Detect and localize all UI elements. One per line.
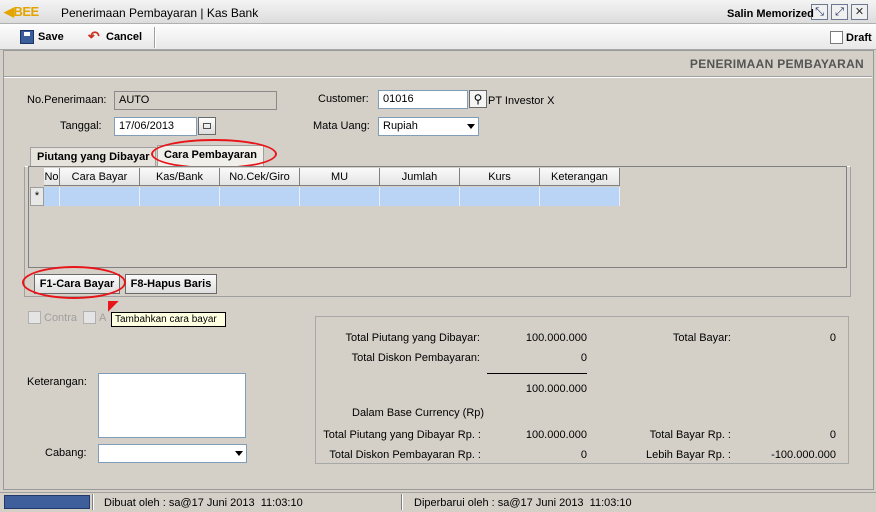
column-header-keterangan[interactable]: Keterangan [540, 168, 620, 186]
mata-uang-select[interactable]: Rupiah [378, 117, 479, 136]
grid-cell-mu[interactable] [300, 187, 380, 206]
grid-cell-kas-bank[interactable] [140, 187, 220, 206]
draft-checkbox[interactable] [830, 31, 843, 44]
status-divider [401, 494, 403, 510]
total-piutang-label: Total Piutang yang Dibayar: [345, 332, 480, 344]
column-header-kurs[interactable]: Kurs [460, 168, 540, 186]
maximize-icon[interactable]: ⤢ [831, 4, 848, 20]
total-diskon-value: 0 [580, 352, 587, 364]
salin-memorized-button[interactable]: Salin Memorized [727, 8, 814, 20]
customer-name: PT Investor X [488, 95, 555, 107]
total-diskon-label: Total Diskon Pembayaran: [351, 352, 480, 364]
status-divider [92, 494, 94, 510]
tab-cara-pembayaran[interactable]: Cara Pembayaran [157, 145, 264, 167]
tanggal-label: Tanggal: [60, 120, 102, 132]
tooltip: Tambahkan cara bayar [111, 312, 226, 327]
save-label: Save [38, 30, 64, 43]
new-row-indicator[interactable]: * [30, 187, 44, 206]
grid-cell-kurs[interactable] [460, 187, 540, 206]
grid-cell-keterangan[interactable] [540, 187, 620, 206]
no-penerimaan-label: No.Penerimaan: [27, 94, 107, 106]
window-title: Penerimaan Pembayaran | Kas Bank [61, 6, 259, 20]
subtotal-value: 100.000.000 [525, 383, 587, 395]
cancel-label: Cancel [106, 30, 143, 43]
search-icon[interactable]: ⚲ [469, 90, 487, 108]
column-header-mu[interactable]: MU [300, 168, 380, 186]
mata-uang-value: Rupiah [383, 120, 418, 132]
column-header-cara-bayar[interactable]: Cara Bayar [60, 168, 140, 186]
total-piutang-rp-value: 100.000.000 [525, 429, 587, 441]
grid-cell-jumlah[interactable] [380, 187, 460, 206]
second-option-label: A [99, 312, 107, 324]
total-piutang-rp-label: Total Piutang yang Dibayar Rp. : [323, 429, 481, 441]
second-option-checkbox[interactable] [83, 311, 96, 324]
grid-cell-no[interactable] [44, 187, 60, 206]
tab-piutang-yang-dibayar[interactable]: Piutang yang Dibayar [30, 147, 157, 167]
subtotal-divider [487, 373, 587, 374]
cabang-label: Cabang: [45, 447, 87, 459]
save-button[interactable]: Save [20, 30, 64, 46]
cabang-select[interactable] [98, 444, 247, 463]
grid-cell-no-cek-giro[interactable] [220, 187, 300, 206]
keterangan-textarea[interactable] [98, 373, 246, 438]
lebih-bayar-rp-value: -100.000.000 [771, 449, 836, 461]
total-diskon-rp-label: Total Diskon Pembayaran Rp. : [329, 449, 481, 461]
total-bayar-value: 0 [829, 332, 836, 344]
app-logo: ◀BEE [4, 4, 40, 19]
contra-label: Contra [44, 312, 78, 324]
keterangan-label: Keterangan: [27, 376, 87, 388]
cancel-button[interactable]: ↶ Cancel [88, 28, 143, 46]
chevron-down-icon [235, 451, 243, 456]
heading-divider [4, 76, 872, 78]
status-updated: Diperbarui oleh : sa@17 Juni 2013 11:03:… [414, 497, 632, 509]
floppy-disk-icon [20, 30, 34, 44]
base-currency-heading: Dalam Base Currency (Rp) [352, 407, 485, 419]
customer-code-field[interactable]: 01016 [378, 90, 468, 109]
total-bayar-rp-value: 0 [829, 429, 836, 441]
calendar-icon[interactable] [198, 117, 216, 135]
toolbar-divider [154, 27, 156, 48]
column-header-no[interactable]: No [44, 168, 60, 186]
f1-cara-bayar-button[interactable]: F1-Cara Bayar [34, 274, 120, 294]
app-logo-text: BEE [13, 4, 40, 19]
status-progress-block [4, 495, 90, 509]
column-header-jumlah[interactable]: Jumlah [380, 168, 460, 186]
page-heading: PENERIMAAN PEMBAYARAN [689, 57, 864, 71]
total-bayar-label: Total Bayar: [672, 332, 731, 344]
close-icon[interactable]: ✕ [851, 4, 868, 20]
undo-arrow-icon: ↶ [88, 28, 100, 44]
mata-uang-label: Mata Uang: [313, 120, 370, 132]
contra-checkbox[interactable] [28, 311, 41, 324]
lebih-bayar-rp-label: Lebih Bayar Rp. : [646, 449, 731, 461]
total-bayar-rp-label: Total Bayar Rp. : [649, 429, 731, 441]
status-created: Dibuat oleh : sa@17 Juni 2013 11:03:10 [104, 497, 303, 509]
customer-label: Customer: [318, 93, 369, 105]
column-header-kas-bank[interactable]: Kas/Bank [140, 168, 220, 186]
draft-label: Draft [846, 32, 872, 44]
pointer-arrow-icon: ◤ [108, 297, 119, 313]
f8-hapus-baris-button[interactable]: F8-Hapus Baris [125, 274, 217, 294]
grid-cell-cara-bayar[interactable] [60, 187, 140, 206]
total-piutang-value: 100.000.000 [525, 332, 587, 344]
no-penerimaan-field: AUTO [114, 91, 277, 110]
total-diskon-rp-value: 0 [580, 449, 587, 461]
tanggal-field[interactable]: 17/06/2013 [114, 117, 197, 136]
column-header-no-cek-giro[interactable]: No.Cek/Giro [220, 168, 300, 186]
chevron-down-icon [467, 124, 475, 129]
